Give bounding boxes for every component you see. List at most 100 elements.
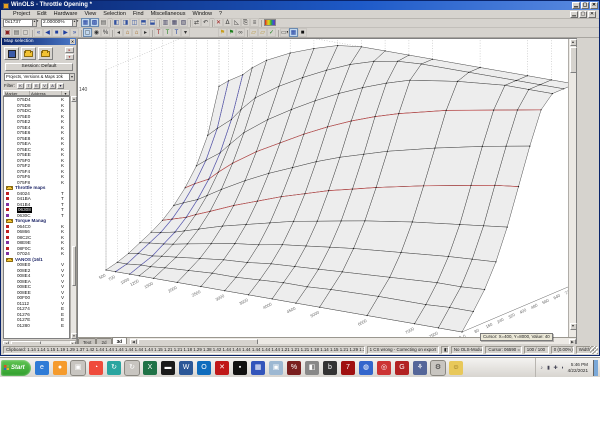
text-original-icon[interactable]: T <box>154 28 163 37</box>
maximize-button[interactable]: ▢ <box>581 2 589 9</box>
title-bar[interactable]: WinOLS - Throttle Opening * ▁ ▢ ✕ <box>1 1 599 10</box>
client-green-icon[interactable]: ⚑ <box>227 28 236 37</box>
folder-version-icon[interactable]: ▱ <box>258 28 267 37</box>
tray-icon-1[interactable]: ▮ <box>546 365 552 371</box>
text-both-icon[interactable]: T <box>172 28 181 37</box>
mixed-app-icon[interactable]: ◧ <box>305 360 319 375</box>
scroll-thumb[interactable] <box>71 246 76 286</box>
tree-mode-combo[interactable]: Projects, Versions & Maps 10k ▼ <box>4 73 75 81</box>
filter-button-a[interactable]: A <box>48 82 56 89</box>
maps-combo-icon[interactable]: ▭▾ <box>280 28 289 37</box>
sidebar-vscrollbar[interactable]: ▲ ▼ <box>70 96 77 339</box>
tray-icons: ♪ ▮ ✚ ◗ <box>539 365 566 371</box>
nav-next-icon[interactable]: ▶ <box>61 28 70 37</box>
mdi-minimize-button[interactable]: ▁ <box>570 11 578 18</box>
word-icon[interactable]: W <box>179 360 193 375</box>
menu-item-edit[interactable]: Edit <box>37 11 46 17</box>
chevron-down-icon[interactable]: ▼ <box>69 74 74 80</box>
import-project-button[interactable] <box>38 47 53 60</box>
panel-option-1-button[interactable]: ▸ <box>65 47 74 53</box>
marker-icon <box>6 191 9 195</box>
open-project-button[interactable] <box>21 47 36 60</box>
nav-first-icon[interactable]: « <box>34 28 43 37</box>
excel-icon[interactable]: X <box>143 360 157 375</box>
back-icon[interactable]: ◂ <box>114 28 123 37</box>
select-mode-icon[interactable]: ▢ <box>83 28 92 37</box>
zoom-in-icon[interactable]: ◉ <box>92 28 101 37</box>
start-button[interactable]: Start <box>1 359 31 376</box>
dark-app-icon[interactable]: b <box>323 360 337 375</box>
map-vscrollbar[interactable]: ▲ ▼ <box>568 39 577 338</box>
window-blue-icon[interactable]: ▦ <box>289 28 298 37</box>
doc-open-icon[interactable]: ▤ <box>12 28 21 37</box>
tray-icon-2[interactable]: ✚ <box>553 365 559 371</box>
tuner-app-icon[interactable]: ▣ <box>70 359 86 376</box>
sync-2-icon[interactable]: ↻ <box>124 359 140 376</box>
home-1-icon[interactable]: ⌂ <box>123 28 132 37</box>
chrome-icon[interactable]: ◔ <box>89 360 103 375</box>
panel-title-bar[interactable]: Map selection ✕ <box>2 38 76 45</box>
scroll-thumb[interactable] <box>569 47 577 73</box>
dropdown-icon[interactable]: ▾ <box>181 28 190 37</box>
map-row[interactable]: 01280 E <box>4 323 69 329</box>
filter-button-e[interactable]: E <box>32 82 40 89</box>
nav-last-icon[interactable]: » <box>70 28 79 37</box>
nav-stop-icon[interactable]: ■ <box>52 28 61 37</box>
blue-grid-app-icon[interactable]: ▦ <box>251 360 265 375</box>
session-button[interactable]: Session: Default <box>5 63 73 71</box>
resize-grip[interactable] <box>590 346 598 354</box>
panel-close-icon[interactable]: ✕ <box>70 39 75 44</box>
column-marker[interactable]: Marker <box>4 91 30 96</box>
column-address[interactable]: Address <box>30 91 62 96</box>
doc-new-icon[interactable]: ▢ <box>21 28 30 37</box>
checksum-icon[interactable]: ✓ <box>267 28 276 37</box>
show-desktop-button[interactable] <box>593 359 598 376</box>
folder-project-icon[interactable]: ▱ <box>249 28 258 37</box>
filter-button-k[interactable]: K <box>16 82 24 89</box>
media-player-icon[interactable]: ● <box>53 360 67 375</box>
forward-icon[interactable]: ▸ <box>141 28 150 37</box>
close-button[interactable]: ✕ <box>590 2 598 9</box>
svg-text:640: 640 <box>553 292 562 300</box>
tray-icon-0[interactable]: ♪ <box>539 365 545 371</box>
menu-item-hardware[interactable]: Hardware <box>54 11 78 17</box>
mdi-restore-button[interactable]: ▢ <box>579 11 587 18</box>
filter-button-v[interactable]: V <box>40 82 48 89</box>
project-icon[interactable]: ▣ <box>3 28 12 37</box>
outlook-icon[interactable]: O <box>197 360 211 375</box>
home-2-icon[interactable]: ⌂ <box>132 28 141 37</box>
panel-option-2-button[interactable]: ▾ <box>65 54 74 60</box>
marker-icon <box>6 235 9 239</box>
menu-item-project[interactable]: Project <box>13 11 30 17</box>
save-project-button[interactable] <box>4 47 19 60</box>
circle-blue-app-icon[interactable]: ◍ <box>359 360 373 375</box>
nav-prev-icon[interactable]: ◀ <box>43 28 52 37</box>
sort-icon[interactable]: ▾ <box>62 91 69 96</box>
text-version-icon[interactable]: T <box>163 28 172 37</box>
client-yellow-icon[interactable]: ⚑ <box>218 28 227 37</box>
redx-app-icon[interactable]: ✕ <box>215 360 229 375</box>
tray-icon-3[interactable]: ◗ <box>560 365 566 371</box>
scroll-down-icon[interactable]: ▼ <box>569 323 577 330</box>
sync-1-icon[interactable]: ↻ <box>107 360 121 375</box>
zoom-fit-icon[interactable]: % <box>101 28 110 37</box>
filter-button-▾[interactable]: ▾ <box>56 82 64 89</box>
seven-app-icon[interactable]: 7 <box>341 360 355 375</box>
cmd-icon[interactable]: ▪ <box>233 360 247 375</box>
scroll-up-icon[interactable]: ▲ <box>569 39 577 46</box>
g-red-app-icon[interactable]: G <box>395 360 409 375</box>
filter-button-t[interactable]: T <box>24 82 32 89</box>
faces-app-icon[interactable]: ☺ <box>449 360 463 375</box>
gray-app-icon[interactable]: ▣ <box>269 360 283 375</box>
maroon-app-icon[interactable]: % <box>287 360 301 375</box>
target-app-icon[interactable]: ◎ <box>377 360 391 375</box>
ie-icon[interactable]: e <box>35 360 49 375</box>
wrench-app-icon[interactable]: ⚙ <box>430 359 446 376</box>
window-black-icon[interactable]: ■ <box>298 28 307 37</box>
surface-plot[interactable]: 500 700 1000 1200 1500 2000 2500 3000 3500 4000 45… <box>78 39 569 338</box>
people-app-icon[interactable]: ⚘ <box>413 360 427 375</box>
mdi-close-button[interactable]: ✕ <box>588 11 596 18</box>
minimize-button[interactable]: ▁ <box>572 2 580 9</box>
search-binocular-icon[interactable]: ∞ <box>236 28 245 37</box>
chip-icon[interactable]: ▬ <box>161 360 175 375</box>
